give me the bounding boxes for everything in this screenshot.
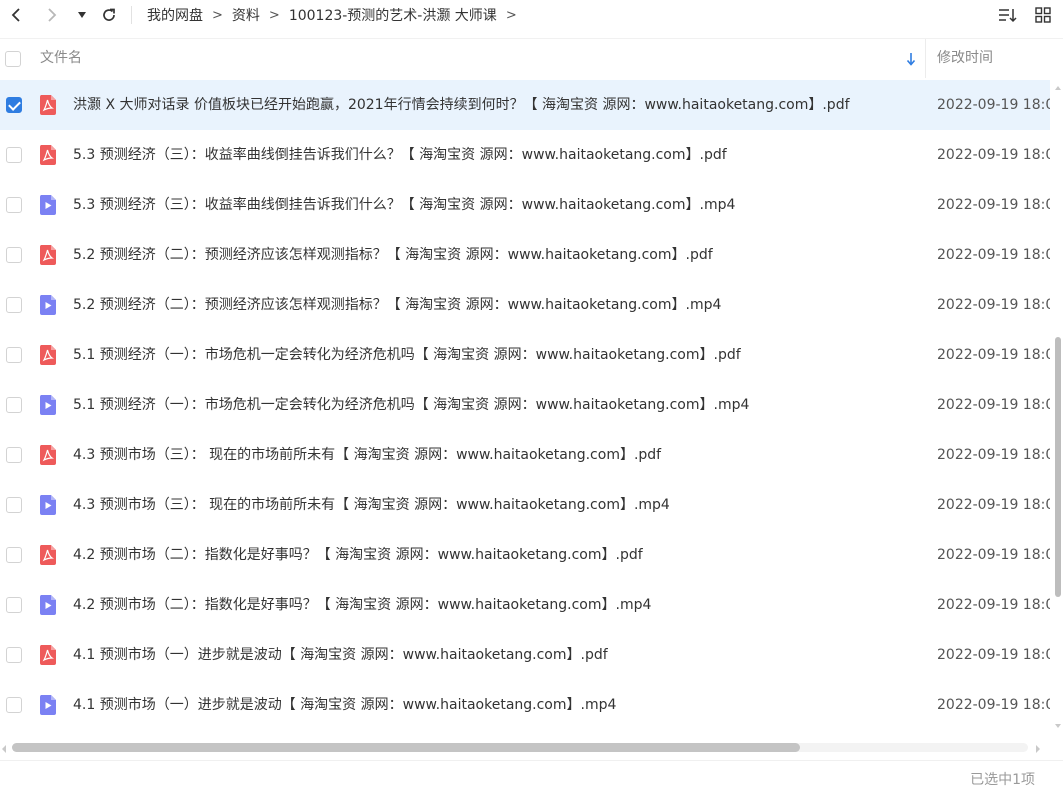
file-name: 5.1 预测经济（一）：市场危机一定会转化为经济危机吗【 海淘宝资 源网：www…: [73, 397, 750, 413]
file-row[interactable]: 4.2 预测市场（二）：指数化是好事吗？【 海淘宝资 源网：www.haitao…: [0, 580, 1050, 630]
file-modified-time: 2022-09-19 18:00: [937, 597, 1050, 613]
file-modified-time: 2022-09-19 18:00: [937, 247, 1050, 263]
file-row[interactable]: 5.1 预测经济（一）：市场危机一定会转化为经济危机吗【 海淘宝资 源网：www…: [0, 330, 1050, 380]
breadcrumb-separator: >: [268, 7, 280, 23]
nav-divider: [131, 6, 132, 24]
file-row[interactable]: 5.3 预测经济（三）：收益率曲线倒挂告诉我们什么？【 海淘宝资 源网：www.…: [0, 180, 1050, 230]
breadcrumb-separator: >: [505, 7, 517, 23]
video-file-icon: [37, 494, 59, 516]
select-all-checkbox[interactable]: [5, 51, 21, 67]
row-checkbox[interactable]: [6, 197, 22, 213]
file-name: 4.2 预测市场（二）：指数化是好事吗？【 海淘宝资 源网：www.haitao…: [73, 547, 643, 563]
video-file-icon: [37, 194, 59, 216]
row-checkbox[interactable]: [6, 97, 22, 113]
sort-list-icon[interactable]: [997, 4, 1019, 26]
file-row[interactable]: 5.2 预测经济（二）：预测经济应该怎样观测指标？【 海淘宝资 源网：www.h…: [0, 230, 1050, 280]
file-row[interactable]: 洪灏 X 大师对话录 价值板块已经开始跑赢，2021年行情会持续到何时？【 海淘…: [0, 80, 1050, 130]
video-file-icon: [37, 394, 59, 416]
file-name: 5.3 预测经济（三）：收益率曲线倒挂告诉我们什么？【 海淘宝资 源网：www.…: [73, 197, 736, 213]
arrow-down-icon[interactable]: [904, 51, 918, 67]
pdf-file-icon: [37, 244, 59, 266]
file-name: 4.3 预测市场（三）： 现在的市场前所未有【 海淘宝资 源网：www.hait…: [73, 447, 662, 463]
horizontal-scrollbar-thumb[interactable]: [12, 743, 800, 752]
file-row[interactable]: 4.3 预测市场（三）： 现在的市场前所未有【 海淘宝资 源网：www.hait…: [0, 430, 1050, 480]
row-checkbox[interactable]: [6, 497, 22, 513]
row-checkbox[interactable]: [6, 247, 22, 263]
row-checkbox[interactable]: [6, 547, 22, 563]
row-checkbox[interactable]: [6, 397, 22, 413]
file-modified-time: 2022-09-19 18:00: [937, 497, 1050, 513]
row-checkbox[interactable]: [6, 447, 22, 463]
file-name: 5.1 预测经济（一）：市场危机一定会转化为经济危机吗【 海淘宝资 源网：www…: [73, 347, 741, 363]
row-checkbox[interactable]: [6, 147, 22, 163]
file-row[interactable]: 5.1 预测经济（一）：市场危机一定会转化为经济危机吗【 海淘宝资 源网：www…: [0, 380, 1050, 430]
file-name: 洪灏 X 大师对话录 价值板块已经开始跑赢，2021年行情会持续到何时？【 海淘…: [73, 97, 850, 113]
file-name: 5.3 预测经济（三）：收益率曲线倒挂告诉我们什么？【 海淘宝资 源网：www.…: [73, 147, 727, 163]
scroll-right-arrow-icon[interactable]: [1034, 742, 1042, 753]
file-modified-time: 2022-09-19 18:00: [937, 97, 1050, 113]
column-modified-header[interactable]: 修改时间: [937, 39, 993, 77]
file-modified-time: 2022-09-19 18:00: [937, 447, 1050, 463]
pdf-file-icon: [37, 144, 59, 166]
arrow-left-icon[interactable]: [4, 3, 28, 27]
caret-down-icon[interactable]: [72, 3, 92, 27]
row-checkbox[interactable]: [6, 597, 22, 613]
file-name: 4.3 预测市场（三）： 现在的市场前所未有【 海淘宝资 源网：www.hait…: [73, 497, 670, 513]
file-row[interactable]: 5.3 预测经济（三）：收益率曲线倒挂告诉我们什么？【 海淘宝资 源网：www.…: [0, 130, 1050, 180]
column-name-header[interactable]: 文件名: [40, 39, 82, 77]
file-row[interactable]: 4.1 预测市场（一）进步就是波动【 海淘宝资 源网：www.haitaoket…: [0, 630, 1050, 680]
scroll-down-arrow-icon[interactable]: [1054, 718, 1062, 728]
pdf-file-icon: [37, 644, 59, 666]
file-modified-time: 2022-09-19 18:00: [937, 147, 1050, 163]
breadcrumb-item-root[interactable]: 我的网盘: [147, 5, 203, 25]
breadcrumb-separator: >: [212, 7, 223, 23]
file-name: 4.1 预测市场（一）进步就是波动【 海淘宝资 源网：www.haitaoket…: [73, 697, 617, 713]
file-row[interactable]: 5.2 预测经济（二）：预测经济应该怎样观测指标？【 海淘宝资 源网：www.h…: [0, 280, 1050, 330]
pdf-file-icon: [37, 544, 59, 566]
scroll-up-arrow-icon[interactable]: [1054, 80, 1062, 90]
file-modified-time: 2022-09-19 18:00: [937, 297, 1050, 313]
file-list: 洪灏 X 大师对话录 价值板块已经开始跑赢，2021年行情会持续到何时？【 海淘…: [0, 80, 1050, 730]
file-row[interactable]: 4.3 预测市场（三）： 现在的市场前所未有【 海淘宝资 源网：www.hait…: [0, 480, 1050, 530]
row-checkbox[interactable]: [6, 347, 22, 363]
video-file-icon: [37, 594, 59, 616]
grid-view-icon[interactable]: [1032, 4, 1054, 26]
breadcrumb: 我的网盘 > 资料 > 100123-预测的艺术-洪灏 大师课 >: [147, 0, 526, 30]
pdf-file-icon: [37, 444, 59, 466]
column-header: 文件名 修改时间: [0, 38, 1063, 78]
file-row[interactable]: 4.1 预测市场（一）进步就是波动【 海淘宝资 源网：www.haitaoket…: [0, 680, 1050, 730]
row-checkbox[interactable]: [6, 647, 22, 663]
row-checkbox[interactable]: [6, 697, 22, 713]
column-divider[interactable]: [925, 39, 926, 78]
file-name: 5.2 预测经济（二）：预测经济应该怎样观测指标？【 海淘宝资 源网：www.h…: [73, 297, 722, 313]
file-row[interactable]: 4.2 预测市场（二）：指数化是好事吗？【 海淘宝资 源网：www.haitao…: [0, 530, 1050, 580]
refresh-icon[interactable]: [97, 3, 121, 27]
file-name: 4.2 预测市场（二）：指数化是好事吗？【 海淘宝资 源网：www.haitao…: [73, 597, 652, 613]
status-bar: 已选中1项: [0, 760, 1063, 795]
navigation-bar: 我的网盘 > 资料 > 100123-预测的艺术-洪灏 大师课 >: [0, 0, 1063, 30]
file-modified-time: 2022-09-19 18:00: [937, 197, 1050, 213]
file-modified-time: 2022-09-19 18:00: [937, 697, 1050, 713]
vertical-scrollbar-thumb[interactable]: [1055, 337, 1061, 597]
video-file-icon: [37, 294, 59, 316]
file-modified-time: 2022-09-19 18:00: [937, 547, 1050, 563]
file-modified-time: 2022-09-19 18:00: [937, 397, 1050, 413]
scroll-left-arrow-icon[interactable]: [0, 742, 8, 753]
video-file-icon: [37, 694, 59, 716]
pdf-file-icon: [37, 344, 59, 366]
file-name: 5.2 预测经济（二）：预测经济应该怎样观测指标？【 海淘宝资 源网：www.h…: [73, 247, 713, 263]
file-modified-time: 2022-09-19 18:00: [937, 647, 1050, 663]
arrow-right-icon[interactable]: [40, 3, 64, 27]
file-name: 4.1 预测市场（一）进步就是波动【 海淘宝资 源网：www.haitaoket…: [73, 647, 608, 663]
breadcrumb-item-current[interactable]: 100123-预测的艺术-洪灏 大师课: [289, 5, 497, 25]
selection-count: 已选中1项: [970, 772, 1035, 788]
row-checkbox[interactable]: [6, 297, 22, 313]
breadcrumb-item-folder[interactable]: 资料: [232, 5, 260, 25]
pdf-file-icon: [37, 94, 59, 116]
file-modified-time: 2022-09-19 18:00: [937, 347, 1050, 363]
